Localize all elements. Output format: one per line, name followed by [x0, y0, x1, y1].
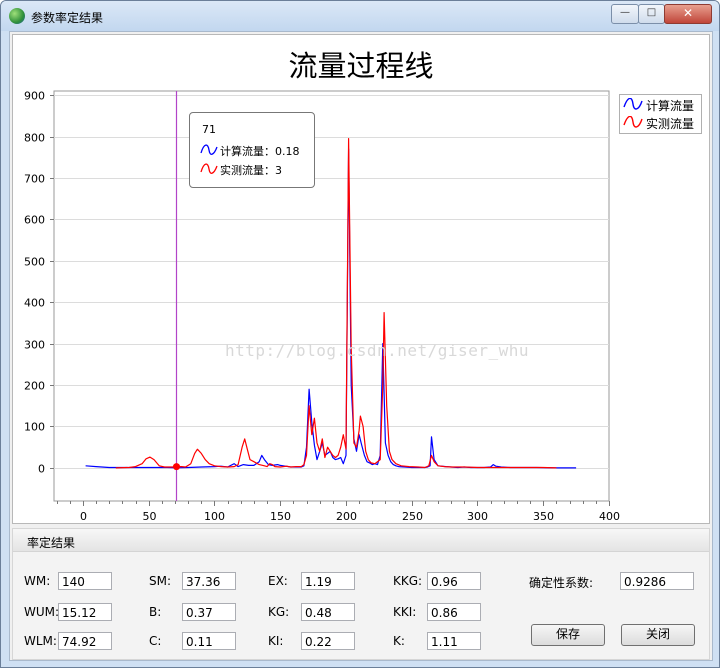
- tooltip-value: 计算流量：0.18: [220, 145, 300, 158]
- coef-field[interactable]: 0.9286: [620, 572, 694, 590]
- y-tick-label: 100: [24, 421, 45, 434]
- save-button[interactable]: 保存: [531, 624, 605, 646]
- chart-legend: 计算流量 实测流量: [619, 94, 702, 134]
- param-label-b: B:: [149, 605, 162, 619]
- wave-icon: [623, 98, 643, 110]
- chart-panel[interactable]: 流量过程线 0 100 200 300 400 500 600 700 800 900 0 50 100…: [12, 34, 710, 524]
- wave-icon: [623, 116, 643, 128]
- crosshair-tooltip: 71 计算流量：0.18 实测流量：3: [189, 112, 315, 188]
- wave-icon: [200, 144, 218, 155]
- x-tick-label: 100: [204, 510, 225, 523]
- flow-chart[interactable]: 0 100 200 300 400 500 600 700 800 900 0 50 100 150 200…: [13, 35, 709, 524]
- x-tick-label: 400: [599, 510, 620, 523]
- x-tick-label: 300: [467, 510, 488, 523]
- globe-icon: [9, 8, 25, 24]
- param-field-ex[interactable]: 1.19: [301, 572, 355, 590]
- legend-item-observed: 实测流量: [620, 113, 701, 131]
- param-label-c: C:: [149, 634, 162, 648]
- param-label-kg: KG:: [268, 605, 290, 619]
- y-tick-label: 300: [24, 339, 45, 352]
- param-label-sm: SM:: [149, 574, 172, 588]
- x-tick-label: 0: [80, 510, 87, 523]
- param-field-ki[interactable]: 0.22: [301, 632, 355, 650]
- legend-label: 实测流量: [646, 117, 695, 131]
- param-field-sm[interactable]: 37.36: [182, 572, 236, 590]
- minimize-button[interactable]: —: [611, 4, 639, 24]
- param-label-kkg: KKG:: [393, 574, 423, 588]
- plot-area: [53, 90, 610, 502]
- x-tick-label: 350: [533, 510, 554, 523]
- y-tick-label: 900: [24, 90, 45, 103]
- results-heading: 率定结果: [27, 536, 76, 550]
- legend-label: 计算流量: [646, 99, 695, 113]
- maximize-button[interactable]: □: [638, 4, 665, 24]
- close-window-button[interactable]: ✕: [664, 4, 712, 24]
- results-panel: 率定结果 WM: 140 WUM: 15.12 WLM: 74.92 SM: 3…: [12, 528, 710, 660]
- y-tick-label: 800: [24, 132, 45, 145]
- param-field-wlm[interactable]: 74.92: [58, 632, 112, 650]
- results-header: 率定结果: [13, 529, 709, 552]
- param-field-kki[interactable]: 0.86: [427, 603, 481, 621]
- close-button[interactable]: 关闭: [621, 624, 695, 646]
- param-field-c[interactable]: 0.11: [182, 632, 236, 650]
- x-tick-label: 150: [270, 510, 291, 523]
- wave-icon: [200, 163, 218, 174]
- y-tick-label: 400: [24, 297, 45, 310]
- x-tick-label: 50: [143, 510, 157, 523]
- param-label-wum: WUM:: [24, 605, 60, 619]
- tooltip-value: 实测流量：3: [220, 164, 282, 177]
- x-tick-label: 200: [336, 510, 357, 523]
- title-bar[interactable]: 参数率定结果 — □ ✕: [1, 1, 719, 31]
- param-field-k[interactable]: 1.11: [427, 632, 481, 650]
- param-label-k: K:: [393, 634, 405, 648]
- crosshair-marker: [173, 463, 180, 471]
- param-label-ex: EX:: [268, 574, 288, 588]
- y-tick-label: 0: [38, 463, 45, 476]
- window-title: 参数率定结果: [31, 11, 104, 25]
- y-tick-label: 700: [24, 173, 45, 186]
- watermark-text: http://blog.csdn.net/giser_whu: [225, 341, 529, 360]
- y-tick-label: 600: [24, 214, 45, 227]
- param-field-wm[interactable]: 140: [58, 572, 112, 590]
- param-field-wum[interactable]: 15.12: [58, 603, 112, 621]
- param-label-wm: WM:: [24, 574, 51, 588]
- param-field-kg[interactable]: 0.48: [301, 603, 355, 621]
- param-label-kki: KKI:: [393, 605, 417, 619]
- param-label-wlm: WLM:: [24, 634, 57, 648]
- coef-label: 确定性系数:: [529, 576, 594, 590]
- y-tick-label: 500: [24, 256, 45, 269]
- client-area: 流量过程线 0 100 200 300 400 500 600 700 800 900 0 50 100…: [9, 31, 713, 661]
- x-tick-label: 250: [402, 510, 423, 523]
- param-field-b[interactable]: 0.37: [182, 603, 236, 621]
- param-label-ki: KI:: [268, 634, 284, 648]
- legend-item-calculated: 计算流量: [620, 95, 701, 113]
- tooltip-x-value: 71: [202, 123, 216, 136]
- app-window: 参数率定结果 — □ ✕ 流量过程线 0 100 200 300 400 500 600 70…: [0, 0, 720, 668]
- y-tick-label: 200: [24, 380, 45, 393]
- param-field-kkg[interactable]: 0.96: [427, 572, 481, 590]
